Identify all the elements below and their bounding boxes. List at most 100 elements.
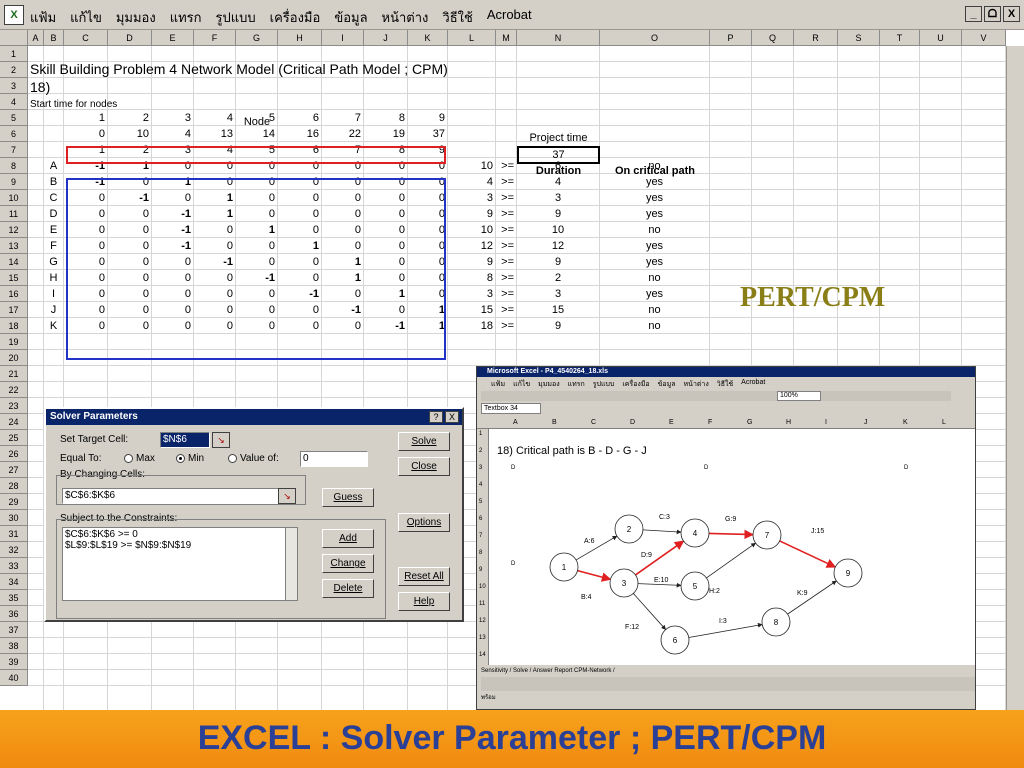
- row-header[interactable]: 38: [0, 638, 28, 654]
- row-header[interactable]: 36: [0, 606, 28, 622]
- value-of-radio[interactable]: Value of:: [228, 453, 279, 464]
- row-header[interactable]: 28: [0, 478, 28, 494]
- project-time-value[interactable]: 37: [517, 147, 600, 163]
- row-header[interactable]: 12: [0, 222, 28, 238]
- critical-cell[interactable]: no: [602, 318, 707, 334]
- help-icon[interactable]: ?: [429, 411, 443, 423]
- row-header[interactable]: 40: [0, 670, 28, 686]
- node-number-cell[interactable]: 9: [410, 110, 445, 126]
- constraints-scrollbar[interactable]: [285, 528, 297, 600]
- inset-menu-item[interactable]: หน้าต่าง: [684, 379, 709, 390]
- duration-header[interactable]: Duration: [517, 163, 600, 179]
- lhs-cell[interactable]: 9: [450, 254, 493, 270]
- delete-button[interactable]: Delete: [322, 579, 374, 598]
- inset-menu-item[interactable]: วิธีใช้: [717, 379, 733, 390]
- column-header[interactable]: H: [278, 30, 322, 46]
- column-header[interactable]: C: [64, 30, 108, 46]
- row-header[interactable]: 29: [0, 494, 28, 510]
- solve-button[interactable]: Solve: [398, 432, 450, 451]
- close-icon[interactable]: X: [445, 411, 459, 423]
- changing-cells-input[interactable]: $C$6:$K$6: [62, 488, 288, 504]
- inset-zoom-box[interactable]: 100%: [777, 391, 821, 401]
- start-time-cell[interactable]: 4: [154, 126, 191, 142]
- menu-item[interactable]: มุมมอง: [116, 7, 156, 25]
- menu-item[interactable]: เครื่องมือ: [270, 7, 321, 25]
- lhs-cell[interactable]: 10: [450, 158, 493, 174]
- critical-cell[interactable]: yes: [602, 238, 707, 254]
- add-button[interactable]: Add: [322, 529, 374, 548]
- activity-name-cell[interactable]: D: [46, 206, 61, 222]
- operator-cell[interactable]: >=: [498, 222, 514, 238]
- project-time-label[interactable]: Project time: [517, 130, 600, 146]
- start-time-label[interactable]: Start time for nodes: [30, 97, 117, 113]
- menu-item[interactable]: หน้าต่าง: [382, 7, 429, 25]
- critical-cell[interactable]: yes: [602, 286, 707, 302]
- column-header[interactable]: A: [28, 30, 44, 46]
- operator-cell[interactable]: >=: [498, 190, 514, 206]
- menu-item[interactable]: ข้อมูล: [334, 7, 367, 25]
- column-header[interactable]: B: [44, 30, 64, 46]
- node-number-cell[interactable]: 3: [154, 110, 191, 126]
- start-time-cell[interactable]: 22: [324, 126, 361, 142]
- critical-cell[interactable]: yes: [602, 190, 707, 206]
- row-header[interactable]: 21: [0, 366, 28, 382]
- row-header[interactable]: 3: [0, 78, 28, 94]
- operator-cell[interactable]: >=: [498, 254, 514, 270]
- menu-item[interactable]: แฟ้ม: [30, 7, 56, 25]
- constraint-item[interactable]: $L$9:$L$19 >= $N$9:$N$19: [65, 540, 191, 551]
- row-header[interactable]: 6: [0, 126, 28, 142]
- column-header[interactable]: D: [108, 30, 152, 46]
- row-header[interactable]: 16: [0, 286, 28, 302]
- critical-cell[interactable]: no: [602, 302, 707, 318]
- start-time-cell[interactable]: 37: [410, 126, 445, 142]
- column-header[interactable]: V: [962, 30, 1006, 46]
- sheet-title[interactable]: Skill Building Problem 4 Network Model (…: [30, 60, 448, 77]
- operator-cell[interactable]: >=: [498, 270, 514, 286]
- operator-cell[interactable]: >=: [498, 302, 514, 318]
- value-of-input[interactable]: 0: [300, 451, 368, 467]
- critical-header[interactable]: On critical path: [600, 163, 710, 179]
- row-header[interactable]: 19: [0, 334, 28, 350]
- menu-item[interactable]: Acrobat: [487, 7, 532, 23]
- restore-button[interactable]: ᗝ: [984, 6, 1001, 22]
- column-header[interactable]: R: [794, 30, 838, 46]
- lhs-cell[interactable]: 8: [450, 270, 493, 286]
- duration-cell[interactable]: 9: [519, 206, 597, 222]
- node-number-cell[interactable]: 8: [366, 110, 405, 126]
- row-header[interactable]: 25: [0, 430, 28, 446]
- activity-name-cell[interactable]: F: [46, 238, 61, 254]
- column-header[interactable]: L: [448, 30, 496, 46]
- row-header[interactable]: 31: [0, 526, 28, 542]
- constraint-item[interactable]: $C$6:$K$6 >= 0: [65, 529, 138, 540]
- row-header[interactable]: 14: [0, 254, 28, 270]
- node-number-cell[interactable]: 6: [280, 110, 319, 126]
- row-header[interactable]: 7: [0, 142, 28, 158]
- collapse-dialog-icon[interactable]: ↘: [212, 432, 230, 448]
- row-header[interactable]: 5: [0, 110, 28, 126]
- menu-item[interactable]: แทรก: [170, 7, 202, 25]
- column-header[interactable]: F: [194, 30, 236, 46]
- column-header[interactable]: N: [517, 30, 600, 46]
- activity-name-cell[interactable]: K: [46, 318, 61, 334]
- row-header[interactable]: 23: [0, 398, 28, 414]
- inset-menu-item[interactable]: แทรก: [568, 379, 585, 390]
- collapse-dialog-icon[interactable]: ↘: [278, 488, 296, 504]
- select-all-corner[interactable]: [0, 30, 28, 46]
- row-header[interactable]: 37: [0, 622, 28, 638]
- operator-cell[interactable]: >=: [498, 206, 514, 222]
- column-header[interactable]: I: [322, 30, 364, 46]
- column-header[interactable]: G: [236, 30, 278, 46]
- min-radio[interactable]: Min: [176, 453, 204, 464]
- row-header[interactable]: 8: [0, 158, 28, 174]
- vertical-scrollbar[interactable]: [1006, 46, 1024, 710]
- column-header[interactable]: S: [838, 30, 880, 46]
- lhs-cell[interactable]: 10: [450, 222, 493, 238]
- activity-name-cell[interactable]: E: [46, 222, 61, 238]
- row-header[interactable]: 33: [0, 558, 28, 574]
- row-header[interactable]: 32: [0, 542, 28, 558]
- options-button[interactable]: Options: [398, 513, 450, 532]
- start-time-cell[interactable]: 16: [280, 126, 319, 142]
- lhs-cell[interactable]: 3: [450, 190, 493, 206]
- row-header[interactable]: 18: [0, 318, 28, 334]
- column-header[interactable]: M: [496, 30, 517, 46]
